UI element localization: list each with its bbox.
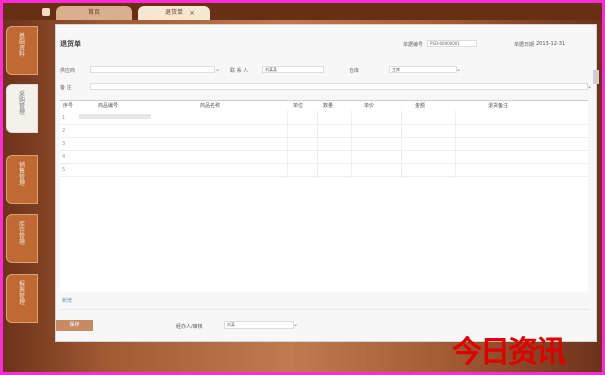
- table-row[interactable]: 4: [60, 150, 588, 164]
- sidebar: 基础资料 采购管理 销售管理 库存管理 报表管理: [6, 26, 44, 346]
- divider: [60, 309, 590, 310]
- operator-label: 经办人/审核: [176, 324, 203, 330]
- watermark: 今日资讯: [452, 335, 566, 370]
- column-header: 数量: [323, 103, 334, 109]
- table-row[interactable]: 5: [60, 163, 588, 177]
- table-row[interactable]: 2: [60, 124, 588, 138]
- line-items-table: 序号 商品编号 商品名称 单位 数量 单价 金额 退货备注 1 2 3 4 5: [60, 100, 588, 292]
- tab-return-order[interactable]: 退货单: [138, 6, 210, 20]
- save-button[interactable]: 保存: [56, 320, 93, 331]
- contact-label: 联 系 人: [230, 68, 249, 74]
- contact-input[interactable]: 刘某某: [262, 66, 324, 73]
- column-header: 商品名称: [200, 103, 221, 109]
- page-title: 退货单: [60, 40, 81, 48]
- column-header: 单价: [364, 103, 375, 109]
- supplier-label: 供应商: [60, 68, 76, 74]
- chevron-down-icon[interactable]: ⌄: [215, 66, 220, 73]
- date-label: 单据日期: [514, 42, 535, 48]
- scrollbar[interactable]: [593, 70, 599, 84]
- warehouse-label: 仓库: [349, 68, 360, 74]
- column-header: 商品编号: [98, 103, 119, 109]
- sidebar-item-base[interactable]: 基础资料: [6, 26, 38, 75]
- sidebar-item-inventory[interactable]: 库存管理: [6, 214, 38, 263]
- sidebar-item-report[interactable]: 报表管理: [6, 274, 38, 323]
- add-row-link[interactable]: 新增: [62, 297, 72, 304]
- doc-no-field[interactable]: PSD-00000001: [427, 40, 477, 47]
- supplier-input[interactable]: [90, 66, 215, 73]
- column-header: 单位: [293, 103, 304, 109]
- date-value: 2013-12-31: [536, 41, 566, 47]
- doc-no-label: 单据编号: [403, 42, 424, 48]
- app-icon: [42, 8, 50, 16]
- tab-close-icon[interactable]: ×: [185, 6, 199, 20]
- chevron-down-icon[interactable]: ⌄: [456, 66, 461, 73]
- chevron-down-icon[interactable]: ⌄: [293, 321, 298, 328]
- column-header: 金额: [415, 103, 426, 109]
- table-row[interactable]: 1: [60, 111, 588, 125]
- chevron-down-icon[interactable]: ⌄: [587, 83, 592, 90]
- remark-label: 备 注: [60, 85, 72, 91]
- sidebar-item-sales[interactable]: 销售管理: [6, 155, 38, 204]
- operator-field[interactable]: 刘某: [224, 321, 294, 329]
- column-header: 序号: [63, 103, 74, 109]
- column-header: 退货备注: [488, 103, 509, 109]
- tab-home[interactable]: 首页: [56, 6, 132, 20]
- sidebar-item-purchase[interactable]: 采购管理: [6, 84, 38, 133]
- table-row[interactable]: 3: [60, 137, 588, 151]
- remark-input[interactable]: [90, 83, 588, 90]
- warehouse-input[interactable]: 主库: [389, 66, 457, 73]
